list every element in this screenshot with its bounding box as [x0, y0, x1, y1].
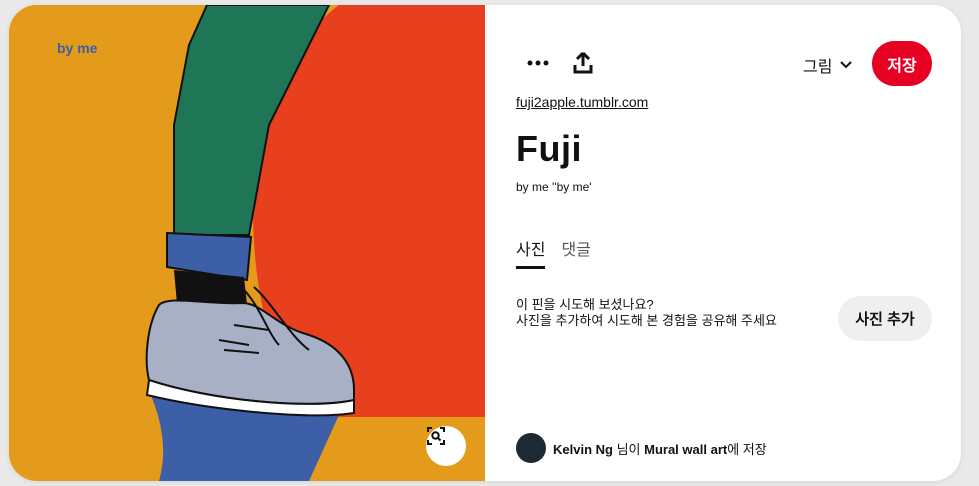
source-link[interactable]: fuji2apple.tumblr.com — [516, 94, 648, 110]
saved-by-connector: 님이 — [612, 441, 645, 457]
pin-title: Fuji — [516, 128, 582, 169]
board-label: 그림 — [803, 59, 833, 76]
tried-prompt: 이 핀을 시도해 보셨나요? 사진을 추가하여 시도해 본 경험을 공유해 주세… — [516, 297, 777, 329]
tab-bar: 사진 댓글 — [516, 236, 591, 269]
saved-by-text: Kelvin Ng 님이 Mural wall art에 저장 — [553, 439, 767, 458]
image-watermark: by me — [57, 40, 98, 56]
saved-by-suffix: 에 저장 — [727, 441, 767, 457]
share-icon — [573, 52, 593, 74]
saved-by-row: Kelvin Ng 님이 Mural wall art에 저장 — [516, 433, 767, 463]
pin-detail-panel: 그림 저장 fuji2apple.tumblr.com Fuji by me '… — [485, 5, 961, 481]
tried-prompt-line1: 이 핀을 시도해 보셨나요? — [516, 297, 654, 312]
pin-image[interactable]: by me — [9, 5, 485, 481]
tab-photos[interactable]: 사진 — [516, 236, 546, 269]
saved-by-board[interactable]: Mural wall art — [644, 442, 727, 457]
save-button[interactable]: 저장 — [872, 41, 932, 86]
add-photo-button[interactable]: 사진 추가 — [838, 296, 932, 341]
saved-by-user[interactable]: Kelvin Ng — [553, 442, 613, 457]
more-options-button[interactable] — [518, 43, 558, 83]
chevron-down-icon — [840, 61, 853, 69]
pin-card: by me 그림 저장 fuji2apple.tumblr.com Fuji b… — [9, 5, 961, 481]
share-button[interactable] — [563, 43, 603, 83]
pin-description: by me ''by me' — [516, 180, 592, 194]
visual-search-icon — [427, 427, 445, 445]
tried-prompt-line2: 사진을 추가하여 시도해 본 경험을 공유해 주세요 — [516, 313, 777, 328]
tab-comments[interactable]: 댓글 — [561, 236, 590, 269]
more-icon — [527, 60, 549, 66]
avatar[interactable] — [516, 433, 546, 463]
board-selector[interactable]: 그림 — [803, 53, 853, 77]
pin-illustration — [9, 5, 485, 481]
visual-search-button[interactable] — [426, 426, 466, 466]
